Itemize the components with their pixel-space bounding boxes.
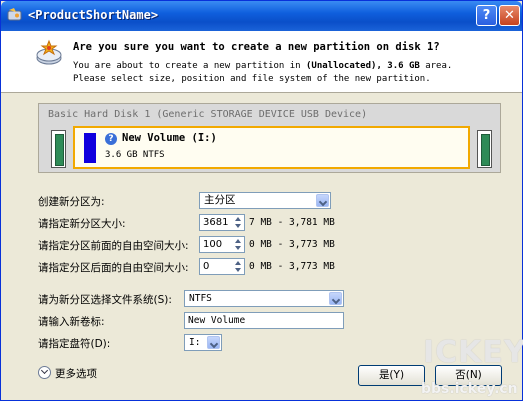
description-suffix: area. [419, 61, 453, 71]
help-icon: ? [482, 8, 491, 23]
free-before-value: 100 [203, 239, 223, 250]
filesystem-label: 请为新分区选择文件系统(S): [38, 294, 172, 306]
yes-button[interactable]: 是(Y) [358, 365, 425, 386]
title-bar[interactable]: <ProductShortName> ? ✕ [1, 1, 522, 31]
free-before-stepper[interactable]: 100 [199, 236, 245, 253]
partition-type-value: 主分区 [204, 194, 236, 206]
spin-arrows-icon[interactable] [232, 259, 244, 274]
size-stepper[interactable]: 3681 [199, 214, 245, 231]
expand-chevron-icon[interactable] [38, 366, 51, 379]
size-label: 请指定新分区大小: [38, 218, 126, 230]
free-after-range: 0 MB - 3,773 MB [249, 261, 335, 272]
filesystem-select[interactable]: NTFS [184, 290, 344, 307]
close-button[interactable]: ✕ [499, 5, 520, 26]
description-line-1: You are about to create a new partition … [73, 60, 452, 73]
spin-arrows-icon[interactable] [232, 215, 244, 230]
window-title: <ProductShortName> [28, 8, 159, 22]
new-partition-disk-icon [36, 39, 62, 65]
free-before-label: 请指定分区前面的自由空间大小: [38, 240, 189, 252]
new-partition-block[interactable]: ? New Volume (I:) 3.6 GB NTFS [73, 126, 470, 169]
chevron-down-icon[interactable] [316, 194, 329, 207]
free-after-stepper[interactable]: 0 [199, 258, 245, 275]
left-free-space-block[interactable] [51, 130, 66, 168]
partition-question-icon: ? [105, 133, 117, 145]
filesystem-value: NTFS [189, 293, 212, 304]
chevron-down-icon[interactable] [329, 292, 342, 305]
partition-type-select[interactable]: 主分区 [199, 192, 331, 209]
disk-map: Basic Hard Disk 1 (Generic STORAGE DEVIC… [38, 103, 501, 173]
partition-color-bar [84, 133, 96, 163]
size-value: 3681 [203, 217, 229, 228]
volume-label-field[interactable]: New Volume [184, 312, 344, 329]
free-after-label: 请指定分区后面的自由空间大小: [38, 262, 189, 274]
right-free-space-block[interactable] [477, 130, 492, 168]
description-prefix: You are about to create a new partition … [73, 61, 306, 71]
disk-title: Basic Hard Disk 1 (Generic STORAGE DEVIC… [48, 109, 368, 120]
free-after-value: 0 [203, 261, 210, 272]
partition-type-label: 创建新分区为: [38, 196, 105, 208]
confirmation-question: Are you sure you want to create a new pa… [73, 41, 440, 53]
help-button[interactable]: ? [476, 5, 497, 26]
unallocated-size: (Unallocated), 3.6 GB [306, 61, 420, 71]
free-before-range: 0 MB - 3,773 MB [249, 239, 335, 250]
description-line-2: Please select size, position and file sy… [73, 74, 431, 84]
size-range: 7 MB - 3,781 MB [249, 217, 335, 228]
volume-label-label: 请输入新卷标: [38, 316, 105, 328]
dialog-window: <ProductShortName> ? ✕ Are you sure you … [0, 0, 523, 401]
partition-name: New Volume (I:) [122, 132, 217, 144]
spin-arrows-icon[interactable] [232, 237, 244, 252]
drive-letter-select[interactable]: I: [184, 334, 222, 351]
partition-description: You are about to create a new partition … [73, 60, 452, 86]
app-disk-icon [7, 8, 22, 21]
drive-letter-label: 请指定盘符(D): [38, 338, 111, 350]
chevron-down-icon[interactable] [207, 336, 220, 349]
more-options-label: 更多选项 [55, 368, 97, 380]
drive-letter-value: I: [189, 337, 201, 348]
more-options-toggle[interactable]: 更多选项 [38, 366, 97, 381]
partition-size: 3.6 GB NTFS [105, 150, 165, 160]
no-button[interactable]: 否(N) [435, 365, 502, 386]
close-icon: ✕ [504, 8, 515, 23]
dialog-header: Are you sure you want to create a new pa… [1, 31, 522, 93]
